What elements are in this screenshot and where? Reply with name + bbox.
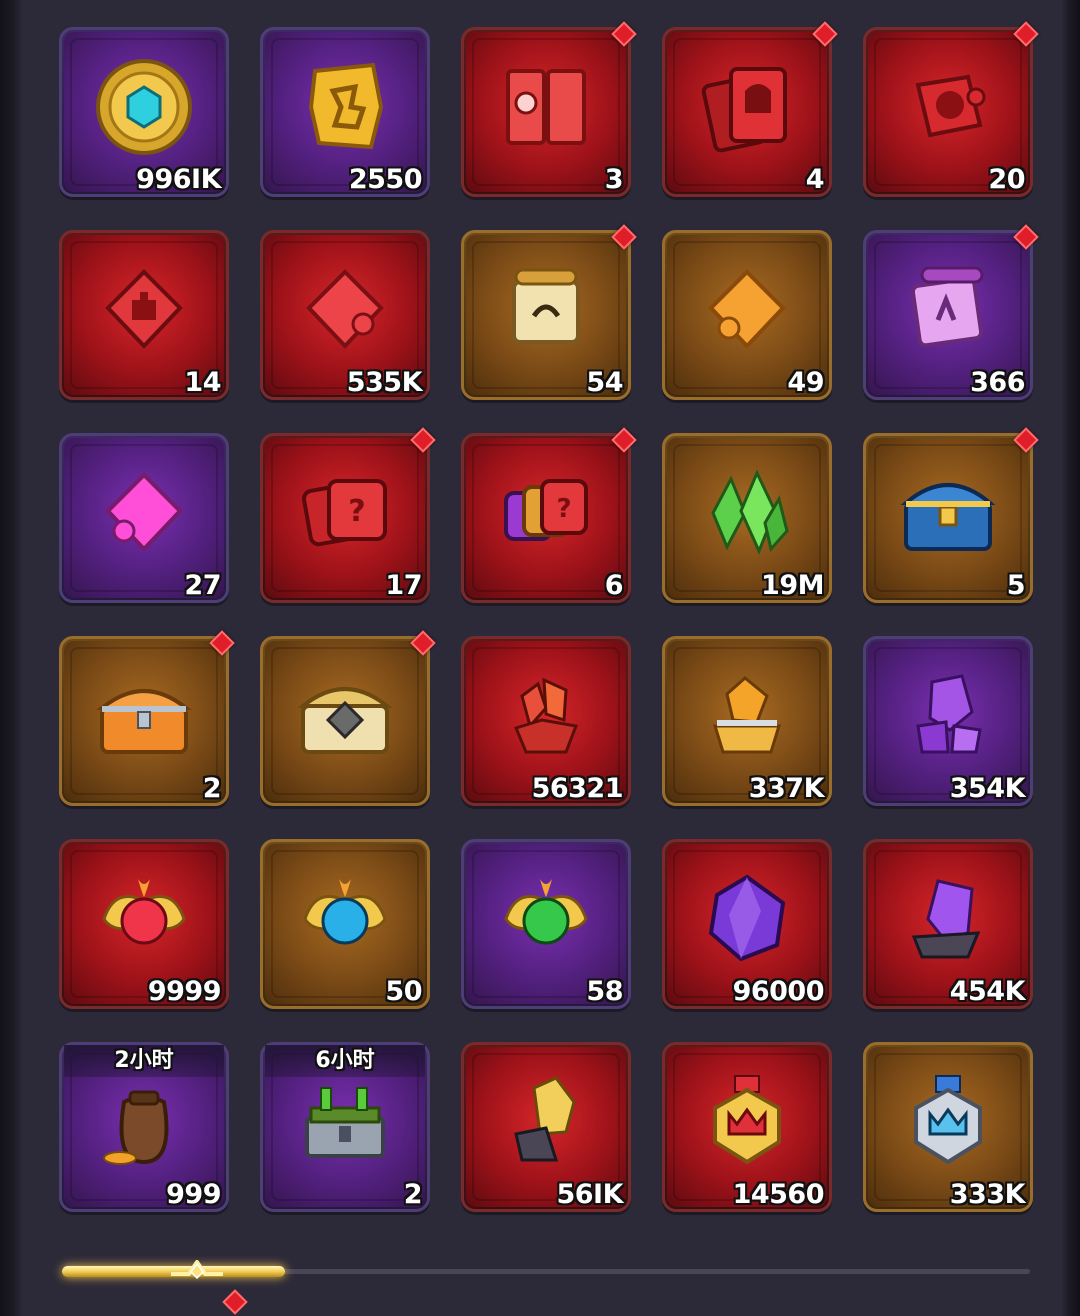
item-count: 2550 <box>348 164 423 195</box>
amber-ore-crystal-icon <box>712 675 782 754</box>
inventory-slot-gold-crystal-rock[interactable]: 56IK <box>461 1042 631 1212</box>
inventory-slot-red-card-book[interactable]: 3 <box>461 21 637 197</box>
item-count: 2 <box>202 773 222 804</box>
item-count: 50 <box>385 976 422 1007</box>
inventory-slot-spartan-puzzle-pieces[interactable]: 20 <box>863 21 1039 197</box>
inventory-slot-spartan-card-pack[interactable]: 4 <box>662 21 838 197</box>
inventory-slot-purple-scroll[interactable]: 366 <box>863 224 1039 400</box>
gold-rune-chest-icon <box>297 687 393 754</box>
red-mystery-puzzle-icon: ? <box>302 478 387 547</box>
item-count: 96000 <box>732 976 825 1007</box>
inventory-slot-purple-gem[interactable]: 96000 <box>662 839 832 1009</box>
scroll-progress-bar[interactable] <box>62 1260 1030 1280</box>
progress-thumb-icon[interactable] <box>167 1244 227 1280</box>
item-count: 17 <box>385 570 422 601</box>
red-ore-crystal-icon <box>513 677 579 754</box>
mixed-mystery-puzzle-icon: ? <box>504 478 588 541</box>
item-count: 54 <box>586 367 623 398</box>
red-heart-potion-icon <box>102 878 186 945</box>
item-count: 4 <box>805 164 825 195</box>
item-count: 56IK <box>556 1179 623 1210</box>
inventory-slot-blue-heart-potion[interactable]: 50 <box>260 839 430 1009</box>
gold-crystal-rock-icon <box>514 1076 576 1162</box>
spartan-puzzle-pieces-icon <box>915 74 986 138</box>
inventory-slot-purple-crystal-rock[interactable]: 454K <box>863 839 1033 1009</box>
potion-crate-icon <box>305 1086 385 1158</box>
coin-bag-icon <box>103 1090 169 1165</box>
inventory-slot-orange-iron-chest[interactable]: 2 <box>59 630 235 806</box>
green-heart-potion-icon <box>504 878 588 945</box>
inventory-slot-coin-bag[interactable]: 2小时 999 <box>59 1042 229 1212</box>
inventory-slot-purple-ore-crystal[interactable]: 354K <box>863 636 1033 806</box>
inventory-slot-green-crystal[interactable]: 19M <box>662 433 832 603</box>
item-count: 58 <box>586 976 623 1007</box>
red-card-book-icon <box>506 68 586 145</box>
svg-text:?: ? <box>348 494 365 529</box>
inventory-slot-red-castle-puzzle[interactable]: 14 <box>59 230 229 400</box>
blue-heart-potion-icon <box>303 878 387 945</box>
silver-crown-medal-icon <box>914 1074 982 1165</box>
inventory-slot-red-ore-crystal[interactable]: 56321 <box>461 636 631 806</box>
inventory-slot-gold-crown-medal[interactable]: 14560 <box>662 1042 832 1212</box>
svg-text:?: ? <box>556 494 571 524</box>
purple-ore-crystal-icon <box>916 674 982 754</box>
inventory-slot-green-heart-potion[interactable]: 58 <box>461 839 631 1009</box>
inventory-grid: 996IK 2550 3 4 20 14 535K 54 49 366 27? 17? 6 19M 5 2 56… <box>59 21 1039 1212</box>
orange-iron-chest-icon <box>96 689 192 754</box>
inventory-slot-mixed-mystery-puzzle[interactable]: ? 6 <box>461 427 637 603</box>
left-edge <box>0 0 22 1316</box>
gold-crown-medal-icon <box>713 1074 781 1165</box>
inventory-slot-red-heart-potion[interactable]: 9999 <box>59 839 229 1009</box>
inventory-slot-magenta-puzzle-piece[interactable]: 27 <box>59 433 229 603</box>
item-count: 56321 <box>531 773 624 804</box>
item-count: 2 <box>403 1179 423 1210</box>
orange-puzzle-piece-icon <box>708 269 786 349</box>
inventory-slot-gold-rune-chest[interactable] <box>260 630 436 806</box>
right-edge <box>1062 0 1080 1316</box>
spartan-card-pack-icon <box>701 66 787 153</box>
item-count: 996IK <box>136 164 221 195</box>
purple-scroll-icon <box>910 266 984 348</box>
green-crystal-icon <box>711 469 789 555</box>
ancient-scroll-icon <box>512 268 580 344</box>
inventory-slot-hex-gem-coin[interactable]: 996IK <box>59 27 229 197</box>
inventory-slot-ancient-scroll[interactable]: 54 <box>461 224 637 400</box>
item-count: 14560 <box>732 1179 825 1210</box>
inventory-slot-silver-crown-medal[interactable]: 333K <box>863 1042 1033 1212</box>
item-count: 333K <box>949 1179 1026 1210</box>
item-timer: 2小时 <box>64 1045 224 1077</box>
inventory-slot-blue-chest[interactable]: 5 <box>863 427 1039 603</box>
item-timer: 6小时 <box>265 1045 425 1077</box>
item-count: 19M <box>761 570 824 601</box>
item-count: 27 <box>184 570 221 601</box>
red-castle-puzzle-icon <box>105 269 183 349</box>
item-count: 3 <box>604 164 624 195</box>
gold-rune-stone-icon <box>308 62 384 150</box>
purple-crystal-rock-icon <box>911 879 981 959</box>
item-count: 49 <box>787 367 824 398</box>
magenta-puzzle-piece-icon <box>105 472 183 552</box>
item-count: 454K <box>949 976 1026 1007</box>
blue-chest-icon <box>900 483 996 551</box>
item-count: 337K <box>748 773 825 804</box>
item-count: 366 <box>970 367 1025 398</box>
hex-gem-coin-icon <box>96 58 192 155</box>
red-puzzle-piece-icon <box>306 269 384 349</box>
item-count: 9999 <box>147 976 222 1007</box>
inventory-slot-potion-crate[interactable]: 6小时 2 <box>260 1042 430 1212</box>
item-count: 6 <box>604 570 624 601</box>
inventory-slot-red-mystery-puzzle[interactable]: ? 17 <box>260 427 436 603</box>
item-count: 14 <box>184 367 221 398</box>
purple-gem-icon <box>708 874 786 962</box>
inventory-slot-gold-rune-stone[interactable]: 2550 <box>260 27 430 197</box>
item-count: 535K <box>346 367 423 398</box>
inventory-slot-amber-ore-crystal[interactable]: 337K <box>662 636 832 806</box>
item-count: 354K <box>949 773 1026 804</box>
inventory-slot-red-puzzle-piece[interactable]: 535K <box>260 230 430 400</box>
item-count: 20 <box>988 164 1025 195</box>
item-count: 5 <box>1006 570 1026 601</box>
inventory-slot-orange-puzzle-piece[interactable]: 49 <box>662 230 832 400</box>
item-count: 999 <box>166 1179 221 1210</box>
